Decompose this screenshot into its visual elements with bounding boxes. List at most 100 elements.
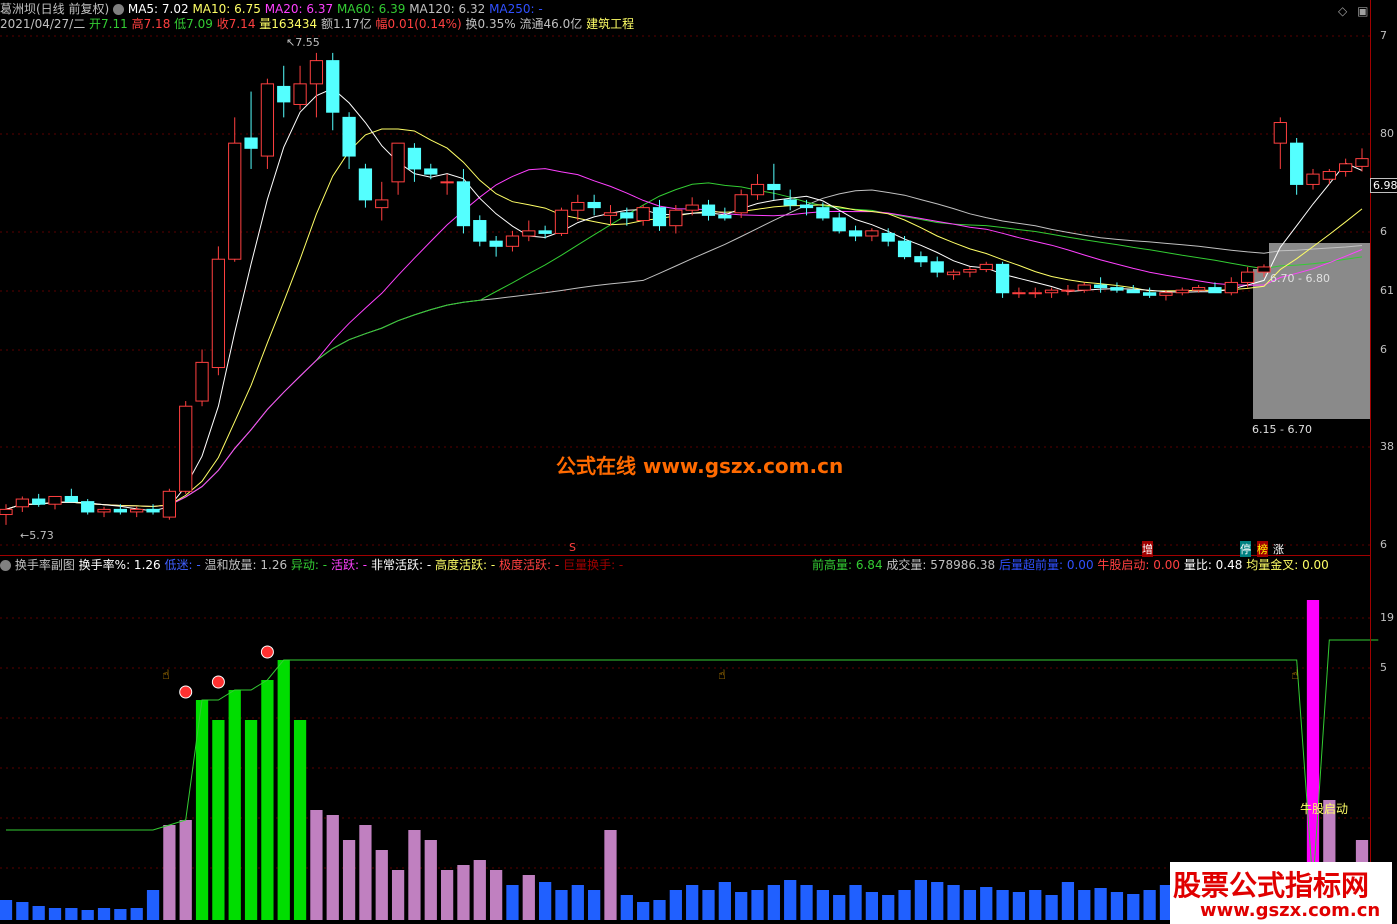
candle-body: [1110, 287, 1124, 291]
turnover-bar: [980, 887, 993, 920]
candle-body: [1012, 292, 1026, 295]
turnover-bar: [620, 895, 633, 920]
signal-ball-icon: [211, 675, 225, 689]
candle-body: [946, 271, 961, 276]
axis-tick-label: 5: [1380, 661, 1387, 674]
candle-body: [1159, 292, 1173, 296]
turnover-bar: [1045, 895, 1058, 920]
turnover-bar: [702, 890, 715, 920]
turnover-bar: [32, 906, 45, 920]
candle-body: [750, 183, 765, 196]
axis-tick-label: 38: [1380, 440, 1394, 453]
candle-body: [1142, 292, 1157, 296]
candle-body: [1093, 284, 1108, 289]
candle-body: [15, 498, 29, 508]
pointer-hand-icon: ☝: [718, 668, 726, 683]
signal-bang: 榜: [1257, 541, 1268, 557]
axis-tick-label: 6: [1380, 343, 1387, 356]
sub-chart-header-right: 前高量: 6.84 成交量: 578986.38 后量超前量: 0.00 牛股启…: [812, 558, 1329, 573]
turnover-bar: [1127, 894, 1140, 920]
candle-body: [260, 83, 275, 157]
vol-ratio-label: 量比: 0.48: [1183, 558, 1243, 572]
sub-title[interactable]: 换手率副图: [15, 558, 75, 572]
turnover-bar: [146, 890, 160, 920]
candle-body: [130, 508, 144, 513]
turnover-bar: [1029, 890, 1042, 920]
turnover-bar: [800, 885, 813, 920]
candle-body: [587, 201, 601, 209]
candle-body: [293, 83, 307, 105]
candle-body: [440, 181, 454, 184]
candle-body: [554, 209, 569, 234]
candle-body: [326, 60, 340, 113]
candle-body: [391, 142, 405, 183]
turnover-bar: [163, 825, 176, 920]
turnover-bar: [882, 895, 895, 920]
signal-s: S: [569, 541, 576, 554]
turnover-bar: [1143, 890, 1156, 920]
turnover-bar: [391, 870, 405, 920]
candle-body: [1208, 287, 1222, 294]
candle-body: [211, 258, 226, 369]
low-price-mark: ←5.73: [20, 529, 54, 542]
bull-start-label: 牛股启动: 0.00: [1097, 558, 1180, 572]
candle-body: [1241, 271, 1255, 283]
turnover-bar: [735, 892, 748, 920]
candle-body: [865, 230, 879, 237]
axis-tick-label: 19: [1380, 611, 1394, 624]
candle-body: [979, 263, 993, 271]
turnover-bar: [1078, 890, 1091, 920]
very-active-label: 非常活跃: -: [370, 558, 432, 572]
turnover-label: 换手率%: 1.26: [78, 558, 161, 572]
candle-body: [832, 217, 846, 232]
turnover-bar: [865, 892, 879, 920]
candle-body: [718, 214, 732, 219]
candle-body: [456, 181, 471, 227]
axis-tick-label: 61: [1380, 284, 1394, 297]
candle-body: [162, 490, 177, 518]
axis-tick-label: 6: [1380, 538, 1387, 551]
signal-ball-icon: [179, 685, 193, 699]
sub-chart-header: 换手率副图 换手率%: 1.26 低迷: - 温和放量: 1.26 异动: - …: [0, 558, 623, 573]
turnover-bar: [522, 875, 535, 920]
turnover-bar: [506, 885, 519, 920]
candle-body: [538, 230, 552, 234]
turnover-bar: [424, 840, 437, 920]
candle-body: [1044, 289, 1059, 294]
turnover-bar: [914, 880, 928, 920]
candle-body: [179, 405, 193, 492]
turnover-bar: [686, 885, 699, 920]
turnover-bar: [244, 720, 258, 920]
axis-tick-label: 7: [1380, 29, 1387, 42]
turnover-bar: [375, 850, 388, 920]
bull-start-annotation: 牛股启动: [1300, 802, 1349, 816]
turnover-bar: [947, 885, 960, 920]
turnover-bar: [277, 660, 290, 920]
candle-body: [64, 495, 78, 503]
low-label: 低迷: -: [164, 558, 201, 572]
candle-body: [407, 147, 422, 170]
candle-body: [48, 495, 62, 505]
turnover-bar: [16, 902, 29, 920]
candle-body: [1290, 142, 1304, 185]
turnover-bar: [342, 840, 356, 920]
turnover-bar: [571, 885, 584, 920]
dropdown-icon[interactable]: [0, 560, 11, 571]
candle-body: [195, 361, 209, 402]
signal-zeng: 增: [1142, 541, 1153, 557]
prev-high-line: [6, 639, 1379, 886]
logo-title: 股票公式指标网: [1173, 869, 1370, 902]
turnover-bar: [310, 810, 323, 920]
turnover-bar: [849, 885, 862, 920]
candle-body: [685, 204, 699, 211]
zone-lower-label: 6.15 - 6.70: [1252, 423, 1312, 436]
candle-body: [32, 498, 46, 505]
turnover-bar: [228, 690, 241, 920]
zone-upper-label: 6.70 - 6.80: [1270, 272, 1330, 285]
candle-body: [309, 60, 324, 85]
candle-body: [97, 508, 111, 513]
huge-label: 巨量换手: -: [563, 558, 624, 572]
turnover-bar: [1110, 892, 1124, 920]
price-axis-line: [1370, 0, 1371, 924]
candle-body: [767, 183, 781, 191]
